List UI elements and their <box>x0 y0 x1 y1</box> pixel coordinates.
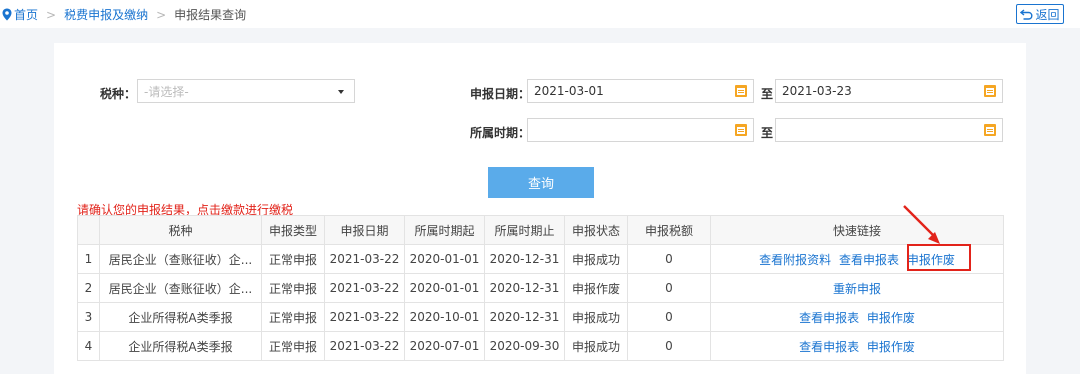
tax-type-placeholder: -请选择- <box>144 84 189 99</box>
period-label: 所属时期： <box>470 126 531 140</box>
query-panel: 税种： -请选择- 申报日期： 2021-03-01 至 2021-03-23 … <box>54 43 1026 374</box>
row-amount: 0 <box>627 273 711 303</box>
row-date: 2021-03-22 <box>324 302 405 332</box>
period-to-input[interactable] <box>775 118 1003 142</box>
row-index: 2 <box>77 273 100 303</box>
breadcrumb-separator: > <box>46 7 57 22</box>
row-tax: 企业所得税A类季报 <box>99 302 262 332</box>
row-period-from: 2020-01-01 <box>404 273 485 303</box>
period-from-input[interactable] <box>527 118 754 142</box>
to-label: 至 <box>761 126 774 140</box>
declare-date-from-input[interactable]: 2021-03-01 <box>527 79 754 103</box>
column-header-quick-links: 快速链接 <box>710 215 1004 245</box>
row-links: 查看申报表 申报作废 <box>710 331 1004 361</box>
column-header-date: 申报日期 <box>324 215 405 245</box>
row-type: 正常申报 <box>261 331 325 361</box>
calendar-icon[interactable] <box>735 85 747 97</box>
table-row: 2 居民企业（查账征收）企... 正常申报 2021-03-22 2020-01… <box>77 273 1004 303</box>
breadcrumb-section-link[interactable]: 税费申报及缴纳 <box>64 6 148 23</box>
to-label: 至 <box>761 87 774 101</box>
tax-type-label: 税种： <box>100 87 137 101</box>
row-tax: 居民企业（查账征收）企... <box>99 244 262 274</box>
column-header-period-to: 所属时期止 <box>484 215 565 245</box>
view-attachments-link[interactable]: 查看附报资料 <box>759 253 831 267</box>
calendar-icon[interactable] <box>735 124 747 136</box>
calendar-icon[interactable] <box>984 85 996 97</box>
table-header-row: 税种 申报类型 申报日期 所属时期起 所属时期止 申报状态 申报税额 快速链接 <box>77 215 1004 245</box>
row-status: 申报成功 <box>564 331 628 361</box>
breadcrumb-separator: > <box>156 7 167 22</box>
declare-date-to-input[interactable]: 2021-03-23 <box>775 79 1003 103</box>
tax-type-select[interactable]: -请选择- <box>137 79 355 103</box>
back-button-label: 返回 <box>1035 7 1060 22</box>
row-date: 2021-03-22 <box>324 273 405 303</box>
row-links: 重新申报 <box>710 273 1004 303</box>
row-status: 申报成功 <box>564 302 628 332</box>
column-header-type: 申报类型 <box>261 215 325 245</box>
table-row: 4 企业所得税A类季报 正常申报 2021-03-22 2020-07-01 2… <box>77 331 1004 361</box>
row-tax: 居民企业（查账征收）企... <box>99 273 262 303</box>
row-status: 申报成功 <box>564 244 628 274</box>
row-links: 查看申报表 申报作废 <box>710 302 1004 332</box>
row-amount: 0 <box>627 244 711 274</box>
row-period-from: 2020-07-01 <box>404 331 485 361</box>
row-tax: 企业所得税A类季报 <box>99 331 262 361</box>
row-index: 1 <box>77 244 100 274</box>
return-arrow-icon <box>1020 8 1033 20</box>
row-type: 正常申报 <box>261 273 325 303</box>
column-header-period-from: 所属时期起 <box>404 215 485 245</box>
query-button[interactable]: 查询 <box>488 167 594 198</box>
row-period-to: 2020-09-30 <box>484 331 565 361</box>
void-declaration-link[interactable]: 申报作废 <box>867 311 915 325</box>
row-amount: 0 <box>627 302 711 332</box>
column-header-amount: 申报税额 <box>627 215 711 245</box>
calendar-icon[interactable] <box>984 124 996 136</box>
row-period-to: 2020-12-31 <box>484 244 565 274</box>
column-header-index <box>77 215 100 245</box>
declare-date-to-value: 2021-03-23 <box>782 84 852 98</box>
row-date: 2021-03-22 <box>324 331 405 361</box>
declare-date-from-value: 2021-03-01 <box>534 84 604 98</box>
row-date: 2021-03-22 <box>324 244 405 274</box>
void-declaration-link[interactable]: 申报作废 <box>867 340 915 354</box>
row-type: 正常申报 <box>261 302 325 332</box>
column-header-tax: 税种 <box>99 215 262 245</box>
row-period-from: 2020-01-01 <box>404 244 485 274</box>
view-declaration-link[interactable]: 查看申报表 <box>839 253 899 267</box>
row-period-to: 2020-12-31 <box>484 302 565 332</box>
row-status: 申报作废 <box>564 273 628 303</box>
row-period-to: 2020-12-31 <box>484 273 565 303</box>
table-row: 3 企业所得税A类季报 正常申报 2021-03-22 2020-10-01 2… <box>77 302 1004 332</box>
breadcrumb: 首页 > 税费申报及缴纳 > 申报结果查询 <box>2 6 246 23</box>
table-row: 1 居民企业（查账征收）企... 正常申报 2021-03-22 2020-01… <box>77 244 1004 274</box>
breadcrumb-bar: 首页 > 税费申报及缴纳 > 申报结果查询 返回 <box>0 0 1080 28</box>
row-index: 3 <box>77 302 100 332</box>
view-declaration-link[interactable]: 查看申报表 <box>799 311 859 325</box>
red-arrow-icon <box>903 205 940 244</box>
breadcrumb-current: 申报结果查询 <box>174 8 247 22</box>
column-header-status: 申报状态 <box>564 215 628 245</box>
view-declaration-link[interactable]: 查看申报表 <box>799 340 859 354</box>
caret-down-icon <box>338 90 344 94</box>
breadcrumb-home-link[interactable]: 首页 <box>14 6 38 23</box>
back-button[interactable]: 返回 <box>1016 4 1064 24</box>
row-period-from: 2020-10-01 <box>404 302 485 332</box>
redeclare-link[interactable]: 重新申报 <box>833 282 881 296</box>
declare-date-label: 申报日期： <box>470 87 531 101</box>
location-pin-icon <box>2 8 12 21</box>
row-index: 4 <box>77 331 100 361</box>
row-type: 正常申报 <box>261 244 325 274</box>
row-amount: 0 <box>627 331 711 361</box>
highlight-box <box>907 244 971 271</box>
results-table: 税种 申报类型 申报日期 所属时期起 所属时期止 申报状态 申报税额 快速链接 … <box>77 215 1004 361</box>
